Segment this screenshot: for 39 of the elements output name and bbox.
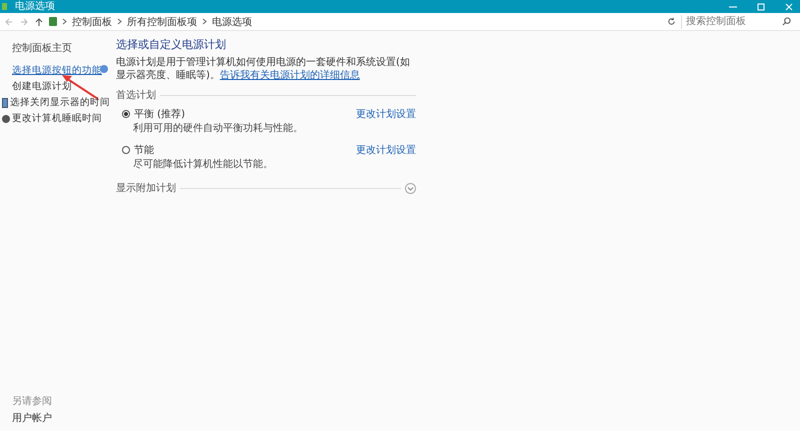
page-heading: 选择或自定义电源计划 [116,37,227,52]
refresh-icon[interactable] [667,17,676,26]
change-plan-link[interactable]: 更改计划设置 [356,107,416,121]
change-plan-link[interactable]: 更改计划设置 [356,143,416,157]
search-field[interactable]: 搜索控制面板 [681,14,796,28]
see-also-link[interactable]: 用户帐户 [12,411,110,425]
section-label: 首选计划 [116,88,156,102]
plan-description: 尽可能降低计算机性能以节能。 [132,158,274,171]
sidebar-link[interactable]: 选择关闭显示器的时间 [10,96,110,109]
plan-name: 平衡 (推荐) [134,108,185,121]
up-icon[interactable] [34,16,44,26]
details-link[interactable]: 告诉我有关电源计划的详细信息 [220,70,360,81]
chevron-icon [62,18,67,25]
breadcrumb[interactable]: 所有控制面板项 [127,14,197,28]
restore-icon[interactable] [756,2,766,10]
sidebar-link[interactable]: 更改计算机睡眠时间 [12,112,102,125]
radio-button[interactable] [122,110,130,118]
back-icon[interactable] [4,16,14,26]
window-title: 电源选项 [15,0,55,13]
address-field[interactable]: 控制面板 所有控制面板项 电源选项 [49,14,676,28]
forward-icon[interactable] [19,16,29,26]
monitor-icon [2,98,8,108]
chevron-icon [202,18,207,25]
radio-button[interactable] [122,146,130,154]
extra-plans-toggle[interactable]: 显示附加计划 [116,181,176,195]
see-also-heading: 另请参阅 [12,394,53,408]
chevron-icon [117,18,122,25]
sidebar-link[interactable]: 创建电源计划 [12,80,72,93]
search-icon [782,17,791,26]
cursor-highlight-icon [100,65,108,73]
breadcrumb[interactable]: 控制面板 [72,14,112,28]
expand-icon[interactable] [405,182,416,194]
description-text: 电源计划是用于管理计算机如何使用电源的一套硬件和系统设置(如显示器亮度、睡眠等)。告诉我有关电源计划的详细信息 [116,56,411,82]
close-icon[interactable] [784,2,794,10]
plan-description: 利用可用的硬件自动平衡功耗与性能。 [132,122,304,135]
plan-name: 节能 [134,144,154,157]
sidebar-home-link[interactable]: 控制面板主页 [12,41,110,55]
sidebar-link[interactable]: 选择电源按钮的功能 [12,64,102,77]
breadcrumb[interactable]: 电源选项 [212,14,252,28]
